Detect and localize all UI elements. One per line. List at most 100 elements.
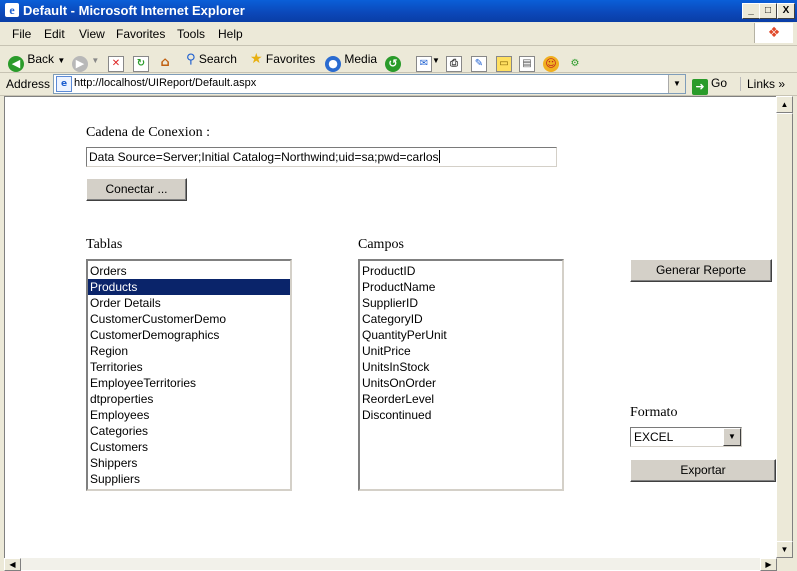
print-button[interactable]: ⎙ [446,50,462,72]
back-label: Back [27,52,55,66]
address-dropdown-icon[interactable]: ▼ [668,75,685,93]
favorites-label: Favorites [265,52,316,66]
minimize-button[interactable]: _ [742,3,760,19]
history-button[interactable]: ↺ [385,50,401,72]
list-item[interactable]: Customers [88,439,290,455]
connection-string-input[interactable]: Data Source=Server;Initial Catalog=North… [86,147,557,167]
text-caret [438,150,440,163]
forward-button[interactable]: ▶ ▼ [72,50,99,72]
fields-listbox[interactable]: ProductID ProductName SupplierID CategoryID… [358,259,564,491]
scroll-up-icon[interactable]: ▲ [776,96,793,113]
back-dropdown-icon[interactable]: ▼ [57,56,65,65]
mail-icon: ✉ [416,56,432,72]
history-icon: ↺ [385,56,401,72]
list-item[interactable]: Products [88,279,290,295]
messenger-button[interactable]: ☺ [543,50,559,72]
stop-icon: ✕ [108,56,124,72]
format-select[interactable]: EXCEL ▼ [630,427,742,447]
media-label: Media [344,52,378,66]
menu-file[interactable]: File [12,27,31,41]
page-icon: e [56,76,72,92]
list-item[interactable]: Region [88,343,290,359]
list-item[interactable]: ProductID [360,263,562,279]
menu-view[interactable]: View [79,27,105,41]
export-button[interactable]: Exportar [630,459,776,482]
list-item[interactable]: Order Details [88,295,290,311]
list-item[interactable]: Orders [88,263,290,279]
search-button[interactable]: ⚲ Search [186,50,237,68]
menu-help[interactable]: Help [218,27,243,41]
home-icon: ⌂ [160,55,170,70]
menu-favorites[interactable]: Favorites [116,27,165,41]
horizontal-scrollbar[interactable]: ◀ ▶ [4,558,777,571]
address-label: Address [6,77,51,91]
list-item[interactable]: CustomerDemographics [88,327,290,343]
generate-report-button[interactable]: Generar Reporte [630,259,772,282]
list-item[interactable]: ReorderLevel [360,391,562,407]
go-button[interactable]: ➜ Go [692,76,727,95]
list-item[interactable]: SupplierID [360,295,562,311]
discuss-button[interactable]: ▭ [496,50,512,72]
toolbar: ◀ Back ▼ ▶ ▼ ✕ ↻ ⌂ ⚲ Search ★ Favorites … [0,46,797,73]
list-item[interactable]: ProductName [360,279,562,295]
back-button[interactable]: ◀ Back ▼ [8,50,65,72]
list-item[interactable]: Categories [88,423,290,439]
home-button[interactable]: ⌂ [157,50,173,70]
menu-edit[interactable]: Edit [44,27,65,41]
scroll-down-icon[interactable]: ▼ [776,541,793,558]
scroll-thumb[interactable] [776,113,793,545]
tables-listbox[interactable]: Orders Products Order Details CustomerCusto… [86,259,292,491]
edit-button[interactable]: ✎ [471,50,487,72]
forward-dropdown-icon[interactable]: ▼ [91,56,99,65]
list-item[interactable]: Employees [88,407,290,423]
mail-dropdown-icon[interactable]: ▼ [432,56,440,65]
back-arrow-icon: ◀ [8,56,24,72]
favorites-button[interactable]: ★ Favorites [250,50,315,68]
scroll-right-icon[interactable]: ▶ [760,558,777,571]
connection-string-value: Data Source=Server;Initial Catalog=North… [89,150,439,164]
list-item[interactable]: Shippers [88,455,290,471]
list-item[interactable]: CategoryID [360,311,562,327]
list-item[interactable]: Discontinued [360,407,562,423]
note-icon: ▭ [496,56,512,72]
menu-tools[interactable]: Tools [177,27,205,41]
tables-label: Tablas [86,237,123,252]
refresh-button[interactable]: ↻ [133,50,149,72]
list-item[interactable]: UnitsOnOrder [360,375,562,391]
list-item[interactable]: QuantityPerUnit [360,327,562,343]
format-label: Formato [630,405,678,420]
list-item[interactable]: UnitPrice [360,343,562,359]
scroll-left-icon[interactable]: ◀ [4,558,21,571]
refresh-icon: ↻ [133,56,149,72]
list-item[interactable]: EmployeeTerritories [88,375,290,391]
media-button[interactable]: ● Media [325,50,378,72]
format-value: EXCEL [634,430,674,444]
vertical-scrollbar[interactable]: ▲ ▼ [776,96,793,558]
search-label: Search [198,52,237,66]
list-item[interactable]: Territories [88,359,290,375]
chevron-down-icon[interactable]: ▼ [723,428,741,446]
star-icon: ★ [250,51,263,67]
go-label: Go [711,76,728,90]
smiley-icon: ☺ [543,56,559,72]
windows-logo-icon: ❖ [754,23,793,43]
tools-button[interactable]: ⚙ [567,50,583,69]
ie-icon: e [5,3,19,17]
list-item[interactable]: CustomerCustomerDemo [88,311,290,327]
window-title: Default - Microsoft Internet Explorer [23,3,245,18]
menu-bar: File Edit View Favorites Tools Help ❖ [0,22,797,46]
list-item[interactable]: dtproperties [88,391,290,407]
list-item[interactable]: Suppliers [88,471,290,487]
research-button[interactable]: ▤ [519,50,535,72]
address-bar: Address e http://localhost/UIReport/Defa… [0,73,797,96]
list-item[interactable]: UnitsInStock [360,359,562,375]
links-button[interactable]: Links » [740,77,785,91]
forward-arrow-icon: ▶ [72,56,88,72]
stop-button[interactable]: ✕ [108,50,124,72]
maximize-button[interactable]: □ [759,3,777,19]
mail-button[interactable]: ✉ ▼ [416,50,440,72]
address-field[interactable]: e http://localhost/UIReport/Default.aspx… [53,74,686,94]
close-button[interactable]: X [777,3,795,19]
address-url[interactable]: http://localhost/UIReport/Default.aspx [74,77,256,89]
connect-button[interactable]: Conectar ... [86,178,187,201]
